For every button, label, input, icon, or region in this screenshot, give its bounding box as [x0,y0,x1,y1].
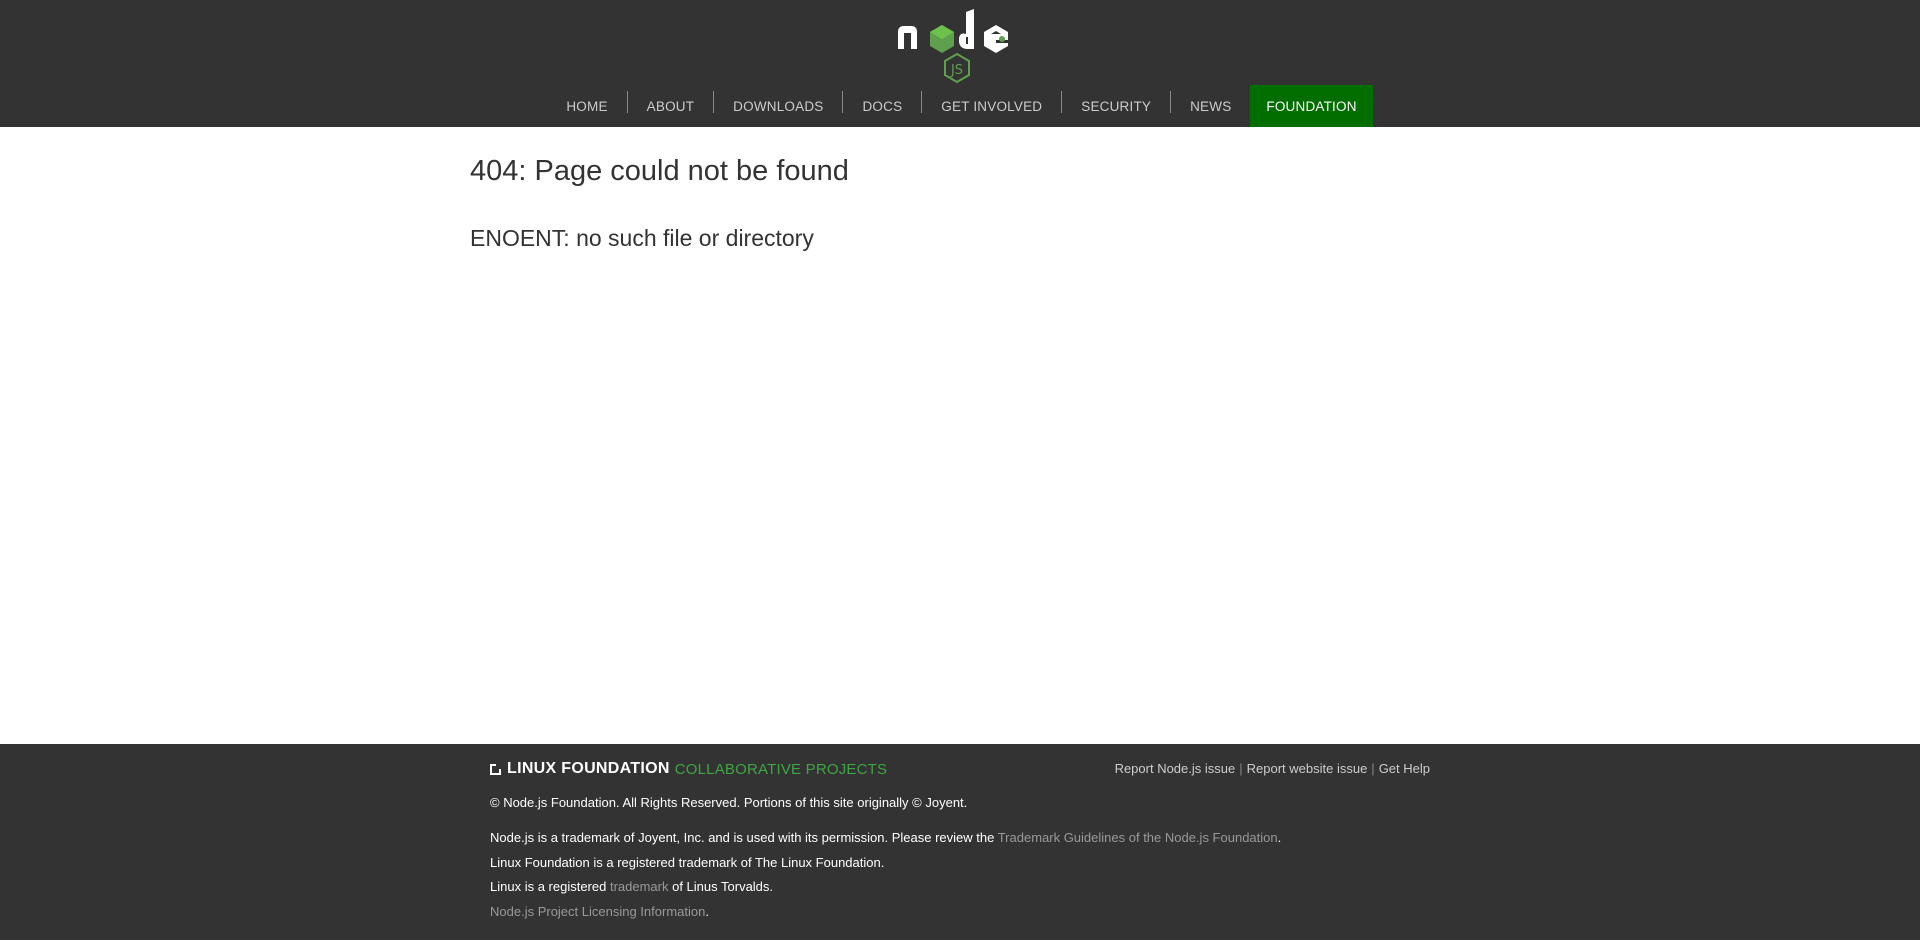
nav-item-downloads[interactable]: DOWNLOADS [714,85,842,127]
error-message: ENOENT: no such file or directory [470,225,814,251]
report-website-issue-link[interactable]: Report website issue [1247,761,1368,776]
linux-foundation-logo[interactable]: LINUX FOUNDATION COLLABORATIVE PROJECTS [490,759,887,779]
linux-foundation-square-icon [490,763,501,775]
linux-trademark-text: Linux is a registered trademark of Linus… [490,879,773,894]
site-footer: LINUX FOUNDATION COLLABORATIVE PROJECTS … [0,744,1920,940]
footer-links: Report Node.js issue | Report website issu… [1115,761,1430,776]
main-nav: HOME ABOUT DOWNLOADS DOCS GET INVOLVED SECURI… [0,85,1920,127]
lf-logo-light-text: COLLABORATIVE PROJECTS [674,760,888,778]
licensing-info-link[interactable]: Node.js Project Licensing Information [490,904,705,919]
page-title: 404: Page could not be found [470,155,849,187]
site-header: JS HOME ABOUT DOWNLOADS DOCS GET INVOLVED SEC… [0,0,1920,127]
nav-item-foundation[interactable]: FOUNDATION [1250,85,1373,127]
nav-item-docs[interactable]: DOCS [843,85,921,127]
linux-text-post: of Linus Torvalds. [668,879,774,894]
lf-trademark-text: Linux Foundation is a registered tradema… [490,855,885,870]
trademark-text: Node.js is a trademark of Joyent, Inc. a… [490,830,1281,845]
nav-item-security[interactable]: SECURITY [1062,85,1170,127]
trademark-text-post: . [1277,830,1282,845]
lf-logo-bold-text: LINUX FOUNDATION [507,760,670,777]
report-nodejs-issue-link[interactable]: Report Node.js issue [1115,761,1236,776]
linux-trademark-link[interactable]: trademark [610,879,669,894]
nav-item-home[interactable]: HOME [547,85,626,127]
trademark-text-pre: Node.js is a trademark of Joyent, Inc. a… [490,830,998,845]
nav-item-about[interactable]: ABOUT [628,85,714,127]
trademark-guidelines-link[interactable]: Trademark Guidelines of the Node.js Foun… [998,830,1278,845]
nodejs-logo[interactable]: JS [896,6,1024,86]
nav-item-news[interactable]: NEWS [1171,85,1250,127]
link-separator: | [1371,761,1375,776]
get-help-link[interactable]: Get Help [1379,761,1430,776]
linux-text-pre: Linux is a registered [490,879,610,894]
copyright-text: © Node.js Foundation. All Rights Reserve… [490,795,968,810]
link-separator: | [1239,761,1243,776]
svg-text:JS: JS [950,63,963,78]
licensing-info: Node.js Project Licensing Information. [490,904,709,919]
licensing-post: . [705,904,709,919]
nav-item-get-involved[interactable]: GET INVOLVED [922,85,1061,127]
